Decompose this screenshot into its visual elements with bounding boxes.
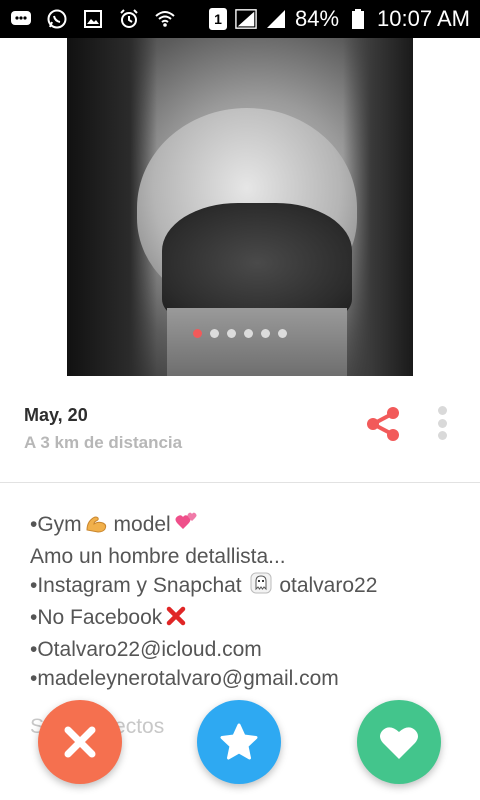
bio-line: Amo un hombre detallista... <box>30 545 286 568</box>
bio-line[interactable]: •Otalvaro22@icloud.com <box>30 635 470 664</box>
more-dot <box>437 431 447 440</box>
bio-line: •Gym model <box>30 510 470 542</box>
bio-line: •Instagram y Snapchat otalvaro22 <box>30 571 470 603</box>
photo-page-dot <box>278 329 287 338</box>
more-options-button[interactable] <box>430 402 454 444</box>
photo-lower <box>167 308 347 376</box>
alarm-icon <box>118 8 140 30</box>
photo-page-dot <box>244 329 253 338</box>
share-icon <box>367 407 399 441</box>
messages-icon <box>10 8 32 30</box>
bio-text: •Gym <box>30 513 82 536</box>
nope-button[interactable] <box>38 700 122 784</box>
close-icon <box>64 726 96 758</box>
status-icons-right: 1 84% 10:07 AM <box>209 6 470 32</box>
more-dot <box>437 406 447 415</box>
bio-text: •No Facebook <box>30 606 163 629</box>
bio-line[interactable]: •madeleynerotalvaro@gmail.com <box>30 664 470 693</box>
photo-garment <box>162 203 352 323</box>
battery-icon <box>347 8 369 30</box>
status-bar: 1 84% 10:07 AM <box>0 0 480 38</box>
sim-badge: 1 <box>209 8 227 30</box>
divider <box>0 482 480 483</box>
ghost-emoji-icon <box>249 571 273 603</box>
photo-page-dot <box>193 329 202 338</box>
star-icon <box>220 723 258 760</box>
cross-mark-emoji-icon <box>164 605 188 635</box>
superlike-button[interactable] <box>197 700 281 784</box>
battery-percent: 84% <box>295 6 340 31</box>
bio-line: •No Facebook <box>30 603 470 635</box>
like-button[interactable] <box>357 700 441 784</box>
wifi-icon <box>154 8 176 30</box>
two-hearts-emoji-icon <box>173 510 199 542</box>
profile-photo[interactable] <box>67 38 413 376</box>
more-dot <box>437 418 447 428</box>
photo-page-dot <box>210 329 219 338</box>
share-button[interactable] <box>360 403 406 445</box>
bio-text: otalvaro22 <box>279 574 378 597</box>
heart-icon <box>380 727 418 759</box>
bio-text: model <box>113 513 171 536</box>
photo-page-indicator <box>67 329 413 338</box>
bio-text: •Instagram y Snapchat <box>30 574 242 597</box>
clock: 10:07 AM <box>377 6 470 31</box>
flexed-bicep-emoji-icon <box>84 512 108 542</box>
signal-icon <box>235 8 257 30</box>
signal-icon-2 <box>265 8 287 30</box>
status-icons-left <box>10 8 176 30</box>
profile-bio: •Gym model Amo un hombre detallista... •… <box>30 510 470 693</box>
whatsapp-icon <box>46 8 68 30</box>
photo-page-dot <box>261 329 270 338</box>
profile-name-age: May, 20 <box>24 405 88 425</box>
gallery-icon <box>82 8 104 30</box>
photo-page-dot <box>227 329 236 338</box>
profile-distance: A 3 km de distancia <box>24 433 183 452</box>
